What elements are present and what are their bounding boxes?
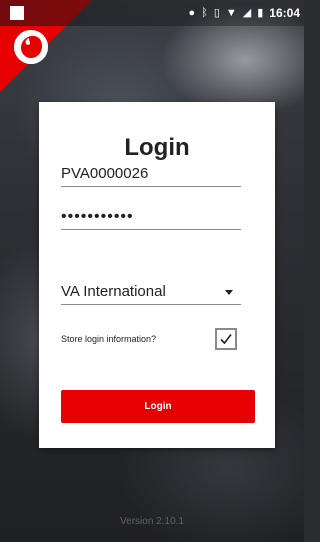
notification-icon <box>10 6 24 20</box>
status-bar: ● ᛒ ▯ ▼ ◢ ▮ 16:04 <box>0 0 304 26</box>
company-select-value: VA International <box>61 283 166 300</box>
login-card: Login PVA0000026 ••••••••••• VA Internat… <box>39 102 275 448</box>
status-icons: ● ᛒ ▯ ▼ ◢ ▮ 16:04 <box>189 6 304 20</box>
vibrate-icon: ▯ <box>213 7 220 19</box>
store-login-label: Store login information? <box>61 334 157 344</box>
checkmark-icon <box>220 334 232 345</box>
status-time: 16:04 <box>269 6 300 20</box>
password-field[interactable]: ••••••••••• <box>61 205 241 230</box>
wifi-icon: ▼ <box>225 7 237 19</box>
username-field[interactable]: PVA0000026 <box>61 162 241 187</box>
location-icon: ● <box>188 7 196 19</box>
dropdown-arrow-icon <box>225 290 233 295</box>
company-select[interactable]: VA International <box>61 280 241 305</box>
login-button[interactable]: Login <box>61 390 255 423</box>
login-title: Login <box>124 134 190 161</box>
version-label: Version 2.10.1 <box>120 516 184 527</box>
bluetooth-icon: ᛒ <box>201 7 208 19</box>
battery-icon: ▮ <box>257 7 264 19</box>
vodafone-logo-icon <box>14 30 48 64</box>
signal-icon: ◢ <box>242 7 252 19</box>
store-login-checkbox[interactable] <box>215 328 237 350</box>
